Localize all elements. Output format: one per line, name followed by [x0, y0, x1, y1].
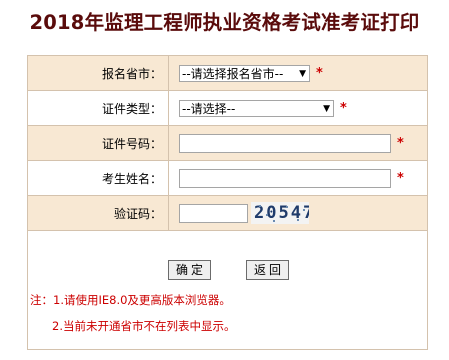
id-number-row: 证件号码： *	[28, 125, 427, 161]
id-number-label: 证件号码：	[28, 125, 169, 161]
province-select[interactable]: --请选择报名省市-- ▼	[179, 64, 310, 82]
required-mark: *	[397, 170, 404, 186]
required-mark: *	[397, 135, 404, 151]
back-button[interactable]: 返回	[246, 260, 289, 280]
id-type-label: 证件类型：	[28, 90, 169, 126]
required-mark: *	[340, 100, 347, 116]
required-mark: *	[316, 65, 323, 81]
note-line-2: 2.当前未开通省市不在列表中显示。	[52, 319, 236, 333]
id-type-select[interactable]: --请选择-- ▼	[179, 99, 334, 117]
form-table: 报名省市： --请选择报名省市-- ▼ * 证件类型： --请选择-- ▼ * …	[28, 56, 427, 231]
confirm-button[interactable]: 确定	[168, 260, 211, 280]
province-select-value: --请选择报名省市--	[182, 66, 284, 81]
chevron-down-icon: ▼	[323, 103, 330, 114]
captcha-row: 验证码： * 20547	[28, 195, 427, 231]
province-row: 报名省市： --请选择报名省市-- ▼ *	[28, 56, 427, 91]
name-input[interactable]	[179, 168, 391, 188]
page-title: 2018年监理工程师执业资格考试准考证打印	[29, 11, 420, 34]
chevron-down-icon: ▼	[299, 68, 306, 79]
name-label: 考生姓名：	[28, 160, 169, 196]
captcha-image-text: 20547	[254, 203, 309, 223]
ticket-print-form: 报名省市： --请选择报名省市-- ▼ * 证件类型： --请选择-- ▼ * …	[27, 55, 428, 350]
note-line-1: 注：1.请使用IE8.0及更高版本浏览器。	[30, 293, 231, 307]
id-number-input[interactable]	[179, 133, 391, 153]
captcha-input[interactable]	[179, 203, 248, 223]
captcha-label: 验证码：	[28, 195, 169, 231]
name-row: 考生姓名： *	[28, 160, 427, 196]
captcha-image[interactable]: 20547	[251, 202, 309, 224]
id-type-row: 证件类型： --请选择-- ▼ *	[28, 90, 427, 126]
id-type-select-value: --请选择--	[182, 101, 236, 116]
province-label: 报名省市：	[28, 56, 169, 91]
